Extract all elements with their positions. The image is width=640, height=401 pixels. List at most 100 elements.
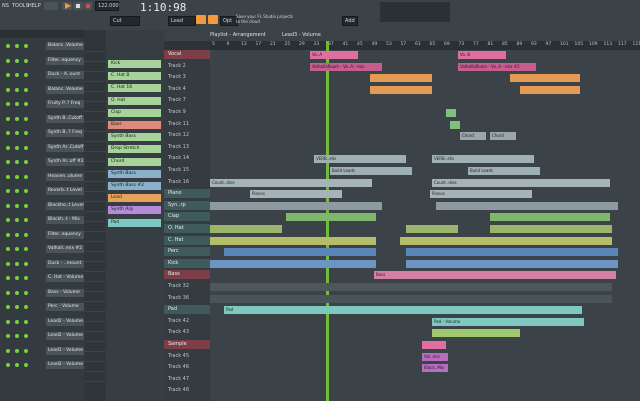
track-header[interactable]: Pad xyxy=(164,305,214,315)
mute-led-icon[interactable] xyxy=(6,87,10,92)
mute-led-icon[interactable] xyxy=(24,102,28,106)
pattern-clip[interactable]: Count..dies xyxy=(210,178,372,187)
automation-row[interactable]: C. Hat - Volume xyxy=(6,274,88,283)
pattern-clip[interactable] xyxy=(370,85,432,94)
pattern-song-toggle[interactable] xyxy=(44,2,58,10)
pattern-clip[interactable] xyxy=(406,259,618,268)
track-header[interactable]: Kick xyxy=(164,258,214,268)
mute-led-icon[interactable] xyxy=(15,319,19,324)
pattern-clip[interactable]: Vo..A xyxy=(310,51,358,59)
track-header[interactable]: Track 2 xyxy=(164,62,214,71)
track-header[interactable]: C. Hat xyxy=(164,235,214,245)
automation-row[interactable]: Heaven..olume xyxy=(6,172,88,182)
pattern-clip[interactable] xyxy=(210,283,612,291)
track-header[interactable]: Track 46 xyxy=(164,363,214,372)
mute-led-icon[interactable] xyxy=(6,363,10,367)
menu-help[interactable]: HELP xyxy=(28,3,41,9)
track-header[interactable]: Track 11 xyxy=(164,120,214,129)
track-header[interactable]: Track 9 xyxy=(164,108,214,117)
track-header[interactable]: Track 13 xyxy=(164,143,214,152)
pattern-clip[interactable] xyxy=(422,341,446,349)
track-header[interactable]: Track 12 xyxy=(164,131,214,140)
mute-led-icon[interactable] xyxy=(24,160,28,164)
channel-button[interactable]: O. Hat xyxy=(108,96,161,105)
mute-led-icon[interactable] xyxy=(15,189,19,193)
mute-led-icon[interactable] xyxy=(24,58,28,63)
mute-led-icon[interactable] xyxy=(15,73,19,77)
menu-tools[interactable]: TOOLS xyxy=(12,3,29,9)
mute-led-icon[interactable] xyxy=(24,44,28,48)
pattern-clip[interactable] xyxy=(224,248,376,257)
pattern-clip[interactable]: Pianos xyxy=(430,190,532,199)
mute-led-icon[interactable] xyxy=(24,189,28,193)
track-header[interactable]: Perc xyxy=(164,247,214,257)
mute-led-icon[interactable] xyxy=(15,363,19,367)
automation-row[interactable]: Synth B..Cutoff xyxy=(6,114,88,124)
mute-led-icon[interactable] xyxy=(24,116,28,121)
pattern-clip[interactable] xyxy=(210,201,382,210)
track-header[interactable]: Track 47 xyxy=(164,375,214,384)
mute-led-icon[interactable] xyxy=(6,160,10,164)
tempo-display[interactable]: 122.000 xyxy=(95,1,119,11)
pattern-clip[interactable]: Pianos xyxy=(250,190,342,199)
pattern-clip[interactable]: ValhallaRoom - Vo..A - mix #2 xyxy=(458,62,536,71)
automation-row[interactable]: Blackho..t Level xyxy=(6,201,88,211)
pattern-clip[interactable]: Chord xyxy=(490,132,516,141)
channel-button[interactable]: Drop Stretch xyxy=(108,145,161,154)
mute-led-icon[interactable] xyxy=(15,131,19,135)
pattern-clip[interactable]: Black..Mix xyxy=(422,364,448,373)
mute-led-icon[interactable] xyxy=(6,247,10,251)
mute-led-icon[interactable] xyxy=(6,189,10,193)
track-header[interactable]: Track 3 xyxy=(164,73,214,82)
channel-button[interactable]: Lead xyxy=(108,194,161,203)
mode-select[interactable]: Cut xyxy=(110,16,140,26)
pattern-clip[interactable]: Bass xyxy=(374,271,616,280)
track-header[interactable]: O. Hat xyxy=(164,224,214,233)
mute-led-icon[interactable] xyxy=(24,145,28,150)
mute-led-icon[interactable] xyxy=(15,58,19,63)
mute-led-icon[interactable] xyxy=(15,348,19,353)
automation-row[interactable]: Synth Ar..Cutoff xyxy=(6,143,88,153)
mute-led-icon[interactable] xyxy=(15,218,19,222)
mute-led-icon[interactable] xyxy=(24,232,28,237)
mute-led-icon[interactable] xyxy=(24,276,28,280)
pattern-clip[interactable]: VERB..elis xyxy=(314,155,406,164)
channel-button[interactable]: Synth Bass xyxy=(108,133,161,142)
pattern-clip[interactable] xyxy=(510,74,580,83)
channel-button[interactable]: Clap xyxy=(108,108,161,117)
pattern-clip[interactable]: VERB..elis xyxy=(432,155,534,164)
mute-led-icon[interactable] xyxy=(6,305,10,309)
track-header[interactable]: Track 32 xyxy=(164,282,214,291)
mute-led-icon[interactable] xyxy=(6,232,10,237)
mute-led-icon[interactable] xyxy=(24,73,28,77)
automation-row[interactable]: Blackh..t - Mix xyxy=(6,216,88,225)
track-header[interactable]: Track 15 xyxy=(164,166,214,175)
pattern-clip[interactable] xyxy=(450,120,460,129)
mute-led-icon[interactable] xyxy=(6,73,10,77)
pattern-clip[interactable] xyxy=(520,85,580,94)
pattern-select[interactable]: Lead xyxy=(168,16,196,26)
mute-led-icon[interactable] xyxy=(6,102,10,106)
automation-row[interactable]: Lead2 - Volume xyxy=(6,332,88,341)
automation-row[interactable]: Valhall..mix #2 xyxy=(6,245,88,254)
mute-led-icon[interactable] xyxy=(24,334,28,338)
mute-led-icon[interactable] xyxy=(15,174,19,179)
automation-row[interactable]: Lead1 - Volume xyxy=(6,346,88,356)
track-header[interactable]: Syn..rp xyxy=(164,200,214,210)
play-button[interactable]: ▶ xyxy=(62,1,72,10)
pattern-clip[interactable]: Build Leads xyxy=(330,167,412,175)
automation-row[interactable]: Lead2 - Volume xyxy=(6,317,88,327)
mute-led-icon[interactable] xyxy=(15,305,19,309)
mute-led-icon[interactable] xyxy=(24,319,28,324)
mute-led-icon[interactable] xyxy=(15,290,19,295)
mute-led-icon[interactable] xyxy=(15,116,19,121)
channel-button[interactable]: Synth Bass xyxy=(108,169,161,178)
automation-row[interactable]: Synth Ar..off #2 xyxy=(6,158,88,167)
track-header[interactable]: Track 14 xyxy=(164,154,214,163)
mute-led-icon[interactable] xyxy=(6,276,10,280)
track-header[interactable]: Piano xyxy=(164,189,214,199)
mute-led-icon[interactable] xyxy=(6,58,10,63)
snap-button[interactable] xyxy=(196,15,206,24)
automation-row[interactable]: Duck - ..mount xyxy=(6,259,88,269)
pattern-clip[interactable] xyxy=(436,201,618,210)
